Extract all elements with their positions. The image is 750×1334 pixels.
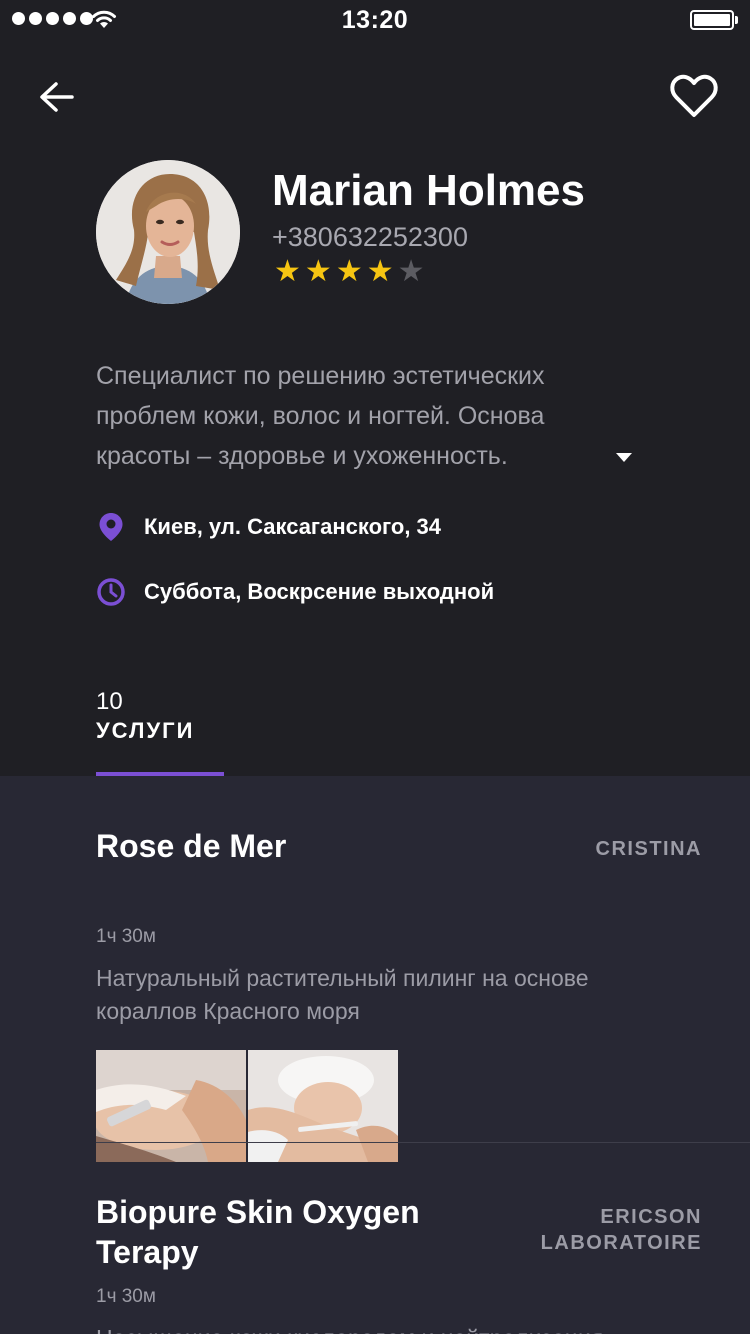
arrow-left-icon <box>40 82 74 112</box>
specialist-description: Специалист по решению эстетических пробл… <box>96 362 545 470</box>
clock-icon <box>96 577 126 607</box>
service-duration: 1ч 30м <box>96 1286 156 1307</box>
specialist-name: Marian Holmes <box>272 166 585 215</box>
avatar <box>96 160 240 304</box>
battery-icon <box>690 10 734 30</box>
service-photo[interactable] <box>96 1050 246 1162</box>
service-photos <box>96 1050 398 1162</box>
service-photo[interactable] <box>248 1050 398 1162</box>
service-title: Rose de Mer <box>96 828 287 864</box>
star-empty-icon: ★ <box>397 255 425 288</box>
star-filled-icon: ★ <box>274 255 301 288</box>
status-bar: 13:20 <box>0 0 750 40</box>
service-brand: CRISTINA <box>595 838 702 860</box>
favorite-button[interactable] <box>668 72 720 120</box>
back-button[interactable] <box>36 76 80 120</box>
tab-services-count: 10 <box>96 688 123 715</box>
tab-services[interactable]: 10 УСЛУГИ <box>96 688 224 776</box>
star-filled-icon: ★ <box>335 255 363 288</box>
service-description: Натуральный растительный пилинг на основ… <box>96 965 589 1024</box>
address-row[interactable]: Киев, ул. Саксаганского, 34 <box>96 512 441 542</box>
profile-header: 13:20 Marian Holmes +380632252300 ★ ★ ★ ★ ★ … <box>0 0 750 776</box>
caret-down-icon <box>616 453 632 462</box>
heart-outline-icon <box>670 74 718 117</box>
service-duration: 1ч 30м <box>96 926 156 947</box>
list-divider <box>96 1142 750 1143</box>
service-item[interactable]: Rose de Mer CRISTINA 1ч 30м Натуральный … <box>96 826 750 1162</box>
tab-services-label: УСЛУГИ <box>96 718 195 743</box>
battery-tip <box>735 16 738 24</box>
star-filled-icon: ★ <box>366 255 394 288</box>
schedule-row: Суббота, Воскрсение выходной <box>96 577 494 607</box>
schedule-text: Суббота, Воскрсение выходной <box>144 579 495 604</box>
address-text: Киев, ул. Саксаганского, 34 <box>144 514 442 539</box>
services-list: Rose de Mer CRISTINA 1ч 30м Натуральный … <box>0 776 750 1334</box>
service-item[interactable]: Biopure Skin Oxygen Terapy ERICSON LABOR… <box>96 1192 750 1334</box>
service-brand: ERICSON LABORATOIRE <box>540 1206 702 1254</box>
service-description: Насыщение кожи кислородом и нейтрализаци… <box>96 1322 656 1334</box>
expand-description-button[interactable] <box>614 450 634 464</box>
specialist-phone[interactable]: +380632252300 <box>272 222 468 253</box>
service-title: Biopure Skin Oxygen Terapy <box>96 1194 420 1270</box>
star-filled-icon: ★ <box>304 255 332 288</box>
status-time: 13:20 <box>341 6 409 34</box>
location-pin-icon <box>96 512 126 542</box>
rating-stars: ★ ★ ★ ★ ★ <box>274 256 425 288</box>
